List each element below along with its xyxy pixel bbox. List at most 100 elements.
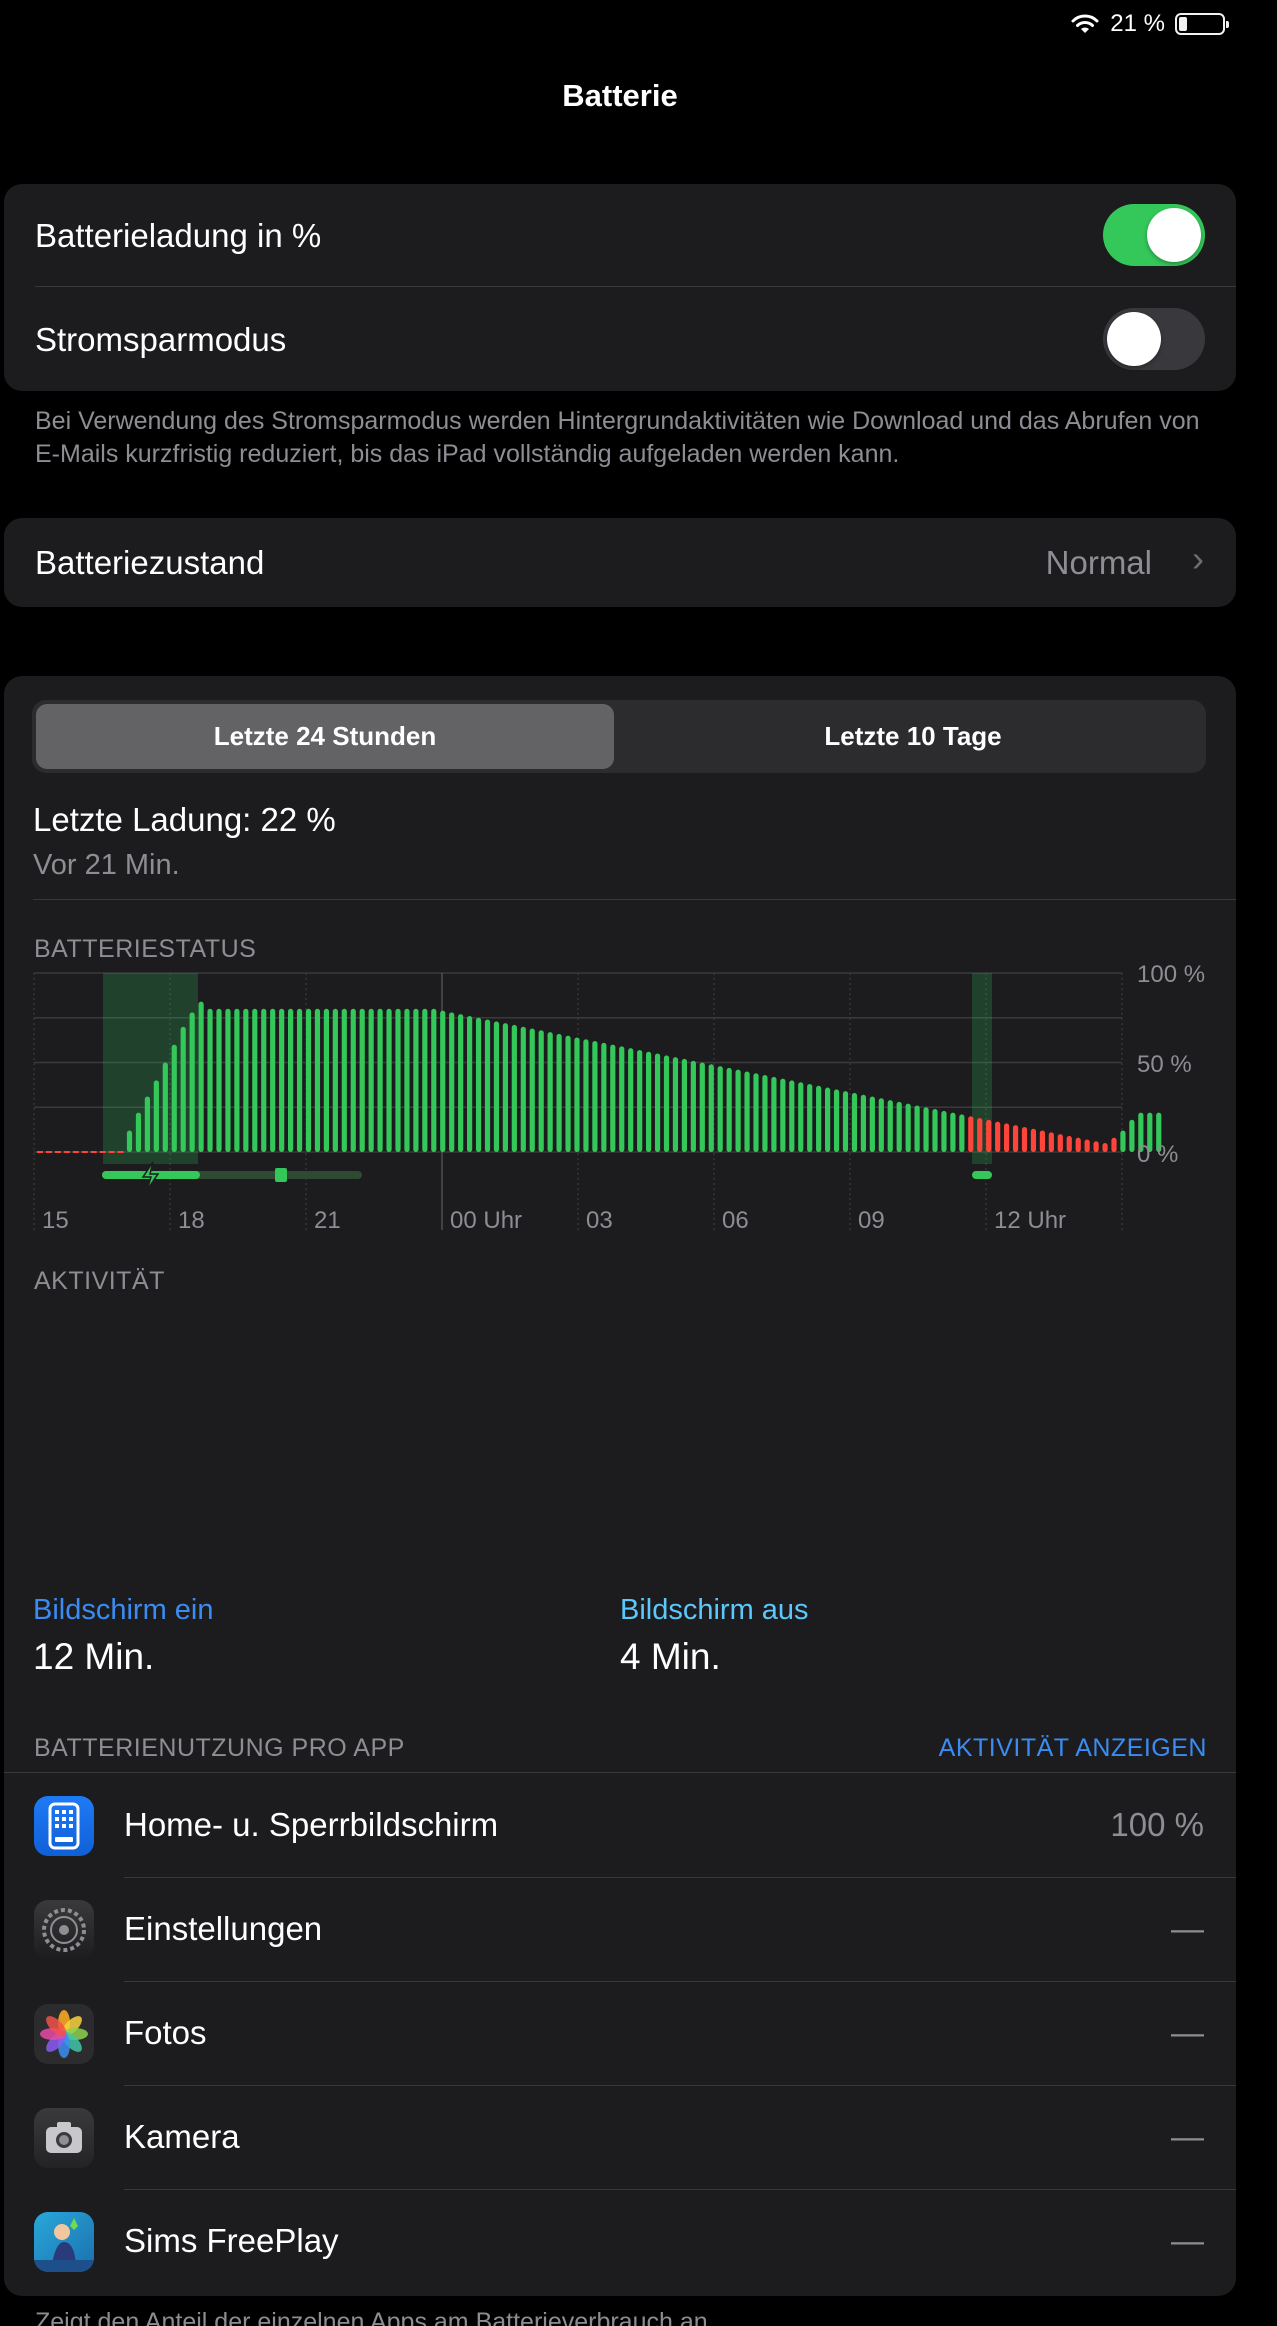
sims-freeplay-icon — [34, 2212, 94, 2272]
list-item[interactable]: Einstellungen — — [4, 1878, 1236, 1982]
battery-bar — [189, 1012, 195, 1152]
y-tick-label: 100 % — [1137, 961, 1205, 988]
battery-bar — [654, 1053, 661, 1152]
battery-bar — [762, 1075, 768, 1152]
app-usage-value: — — [1171, 2222, 1204, 2259]
battery-bar — [932, 1109, 938, 1152]
battery-bar — [234, 1008, 240, 1152]
app-name: Kamera — [124, 2118, 240, 2155]
battery-bar — [1093, 1141, 1099, 1152]
battery-bar — [663, 1055, 670, 1152]
list-item[interactable]: Home- u. Sperrbildschirm 100 % — [4, 1774, 1236, 1878]
divider — [4, 1772, 1236, 1773]
x-tick-label: 06 — [722, 1207, 749, 1234]
battery-bar — [574, 1037, 580, 1152]
battery-bar — [296, 1008, 303, 1152]
battery-bar — [502, 1023, 508, 1152]
battery-bar — [968, 1116, 974, 1152]
battery-bar — [1039, 1130, 1045, 1152]
battery-bar — [914, 1105, 920, 1152]
battery-bar — [619, 1046, 625, 1152]
battery-bar — [690, 1060, 696, 1152]
battery-bar — [225, 1008, 231, 1152]
battery-bar — [878, 1098, 884, 1152]
list-item[interactable]: Sims FreePlay — — [4, 2190, 1236, 2294]
battery-bar — [153, 1080, 159, 1152]
x-tick-label: 18 — [178, 1207, 205, 1234]
battery-bar — [270, 1008, 276, 1152]
x-tick-label: 09 — [858, 1207, 885, 1234]
battery-bar — [565, 1035, 571, 1152]
per-app-header: BATTERIENUTZUNG PRO APP — [34, 1734, 405, 1762]
battery-bar — [717, 1066, 723, 1152]
battery-bar — [556, 1033, 562, 1152]
app-name: Sims FreePlay — [124, 2222, 339, 2259]
battery-bar — [699, 1062, 705, 1152]
app-usage-value: — — [1171, 1910, 1204, 1947]
battery-bar — [646, 1051, 652, 1152]
battery-bar — [610, 1044, 616, 1152]
x-tick-label: 15 — [42, 1207, 69, 1234]
battery-bar — [1084, 1139, 1090, 1152]
battery-bar — [288, 1008, 294, 1152]
list-item[interactable]: Kamera — — [4, 2086, 1236, 2190]
app-usage-list: Home- u. Sperrbildschirm 100 % Einstellu… — [4, 1774, 1236, 2294]
battery-bar — [1012, 1125, 1019, 1152]
battery-bar — [744, 1071, 750, 1152]
battery-bar — [243, 1008, 249, 1152]
battery-bar — [1066, 1135, 1072, 1152]
screen-on-value: 12 Min. — [33, 1636, 155, 1677]
battery-bar — [207, 1008, 213, 1152]
photos-icon — [34, 2004, 94, 2064]
battery-bar — [825, 1087, 831, 1152]
battery-bar — [1111, 1137, 1117, 1152]
battery-bar — [1021, 1126, 1028, 1152]
battery-bar — [977, 1117, 983, 1152]
battery-bar — [511, 1024, 517, 1152]
battery-bar — [726, 1067, 732, 1152]
battery-bar — [1120, 1130, 1126, 1152]
app-name: Einstellungen — [124, 1910, 323, 1947]
battery-bar — [592, 1041, 598, 1152]
screen-on-label: Bildschirm ein — [33, 1594, 214, 1626]
battery-bar — [395, 1008, 401, 1152]
battery-bar — [950, 1112, 956, 1152]
battery-bar — [959, 1114, 965, 1152]
screen-off-value: 4 Min. — [620, 1636, 721, 1677]
battery-bar — [789, 1080, 795, 1152]
battery-bar — [198, 1001, 204, 1152]
charging-bolt-icon — [141, 1161, 160, 1191]
battery-bar — [1102, 1143, 1108, 1152]
battery-bar — [475, 1017, 482, 1152]
y-tick-label: 0 % — [1137, 1141, 1178, 1168]
battery-bar — [842, 1091, 849, 1152]
battery-bar — [449, 1012, 455, 1152]
battery-bar — [171, 1044, 177, 1152]
battery-bar — [404, 1008, 410, 1152]
battery-bar — [601, 1042, 607, 1152]
battery-bar — [126, 1130, 133, 1152]
battery-bar — [735, 1069, 741, 1152]
app-usage-value: — — [1171, 2014, 1204, 2051]
battery-bar — [547, 1032, 553, 1152]
show-activity-link[interactable]: AKTIVITÄT ANZEIGEN — [939, 1734, 1207, 1763]
battery-bar — [458, 1014, 464, 1152]
y-tick-label: 50 % — [1137, 1051, 1192, 1078]
battery-bar — [681, 1058, 687, 1152]
battery-bar — [261, 1008, 267, 1152]
battery-bar — [941, 1110, 947, 1152]
battery-bar — [529, 1028, 535, 1152]
activity-header: AKTIVITÄT — [34, 1267, 165, 1295]
battery-bar — [1048, 1132, 1054, 1152]
battery-bar — [467, 1015, 473, 1152]
list-item[interactable]: Fotos — — [4, 1982, 1236, 2086]
battery-bar — [144, 1096, 150, 1152]
battery-bar — [1129, 1119, 1135, 1152]
battery-bar — [162, 1062, 168, 1152]
per-app-footnote: Zeigt den Anteil der einzelnen Apps am B… — [35, 2308, 715, 2326]
battery-bar — [816, 1085, 822, 1152]
app-name: Home- u. Sperrbildschirm — [124, 1806, 499, 1843]
camera-icon — [34, 2108, 94, 2168]
x-tick-label: 03 — [586, 1207, 613, 1234]
battery-bar — [305, 1008, 312, 1152]
